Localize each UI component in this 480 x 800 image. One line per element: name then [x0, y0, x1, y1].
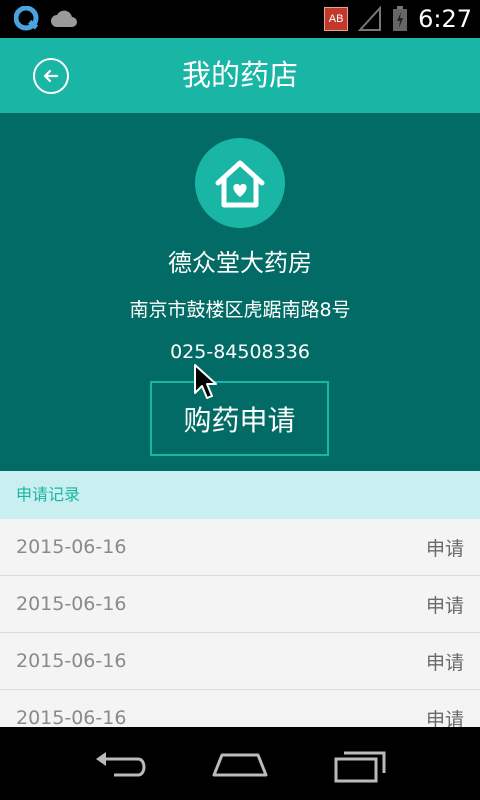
house-heart-icon — [195, 138, 285, 228]
back-icon[interactable] — [90, 745, 150, 785]
shop-name: 德众堂大药房 — [168, 249, 312, 277]
cloud-icon — [51, 10, 77, 27]
battery-icon — [393, 6, 408, 31]
system-nav-bar — [0, 727, 480, 800]
page-title: 我的药店 — [181, 58, 298, 92]
status-right-icons: AB 6:27 — [324, 4, 472, 34]
mouse-cursor-icon — [194, 364, 217, 399]
list-item[interactable]: 2015-06-16 申请 — [0, 519, 480, 576]
record-date: 2015-06-16 — [16, 707, 127, 727]
record-action: 申请 — [425, 651, 464, 674]
record-action: 申请 — [425, 594, 464, 617]
ab-badge: AB — [324, 7, 349, 31]
back-arrow-circle-icon — [43, 69, 59, 83]
shop-panel: 德众堂大药房 南京市鼓楼区虎踞南路8号 025-84508336 购药申请 — [0, 113, 480, 471]
app-q-icon — [14, 6, 39, 31]
status-clock: 6:27 — [418, 5, 472, 33]
status-left-icons — [14, 6, 78, 32]
app-bar: 我的药店 — [0, 38, 480, 113]
shop-address: 南京市鼓楼区虎踞南路8号 — [129, 299, 351, 321]
shop-phone[interactable]: 025-84508336 — [0, 341, 480, 363]
record-date: 2015-06-16 — [16, 650, 127, 672]
record-action: 申请 — [425, 708, 464, 728]
home-icon[interactable] — [210, 745, 270, 785]
recents-icon[interactable] — [330, 745, 390, 785]
purchase-apply-button[interactable]: 购药申请 — [150, 381, 329, 456]
record-date: 2015-06-16 — [16, 593, 127, 615]
list-item[interactable]: 2015-06-16 申请 — [0, 633, 480, 690]
record-date: 2015-06-16 — [16, 536, 127, 558]
signal-icon — [358, 6, 382, 31]
record-action: 申请 — [425, 537, 464, 560]
list-item[interactable]: 2015-06-16 申请 — [0, 576, 480, 633]
records-list: 2015-06-16 申请 2015-06-16 申请 2015-06-16 申… — [0, 519, 480, 727]
status-bar: AB 6:27 — [0, 0, 480, 38]
back-button[interactable] — [33, 58, 69, 94]
records-section-header: 申请记录 — [0, 471, 480, 519]
list-item[interactable]: 2015-06-16 申请 — [0, 690, 480, 727]
